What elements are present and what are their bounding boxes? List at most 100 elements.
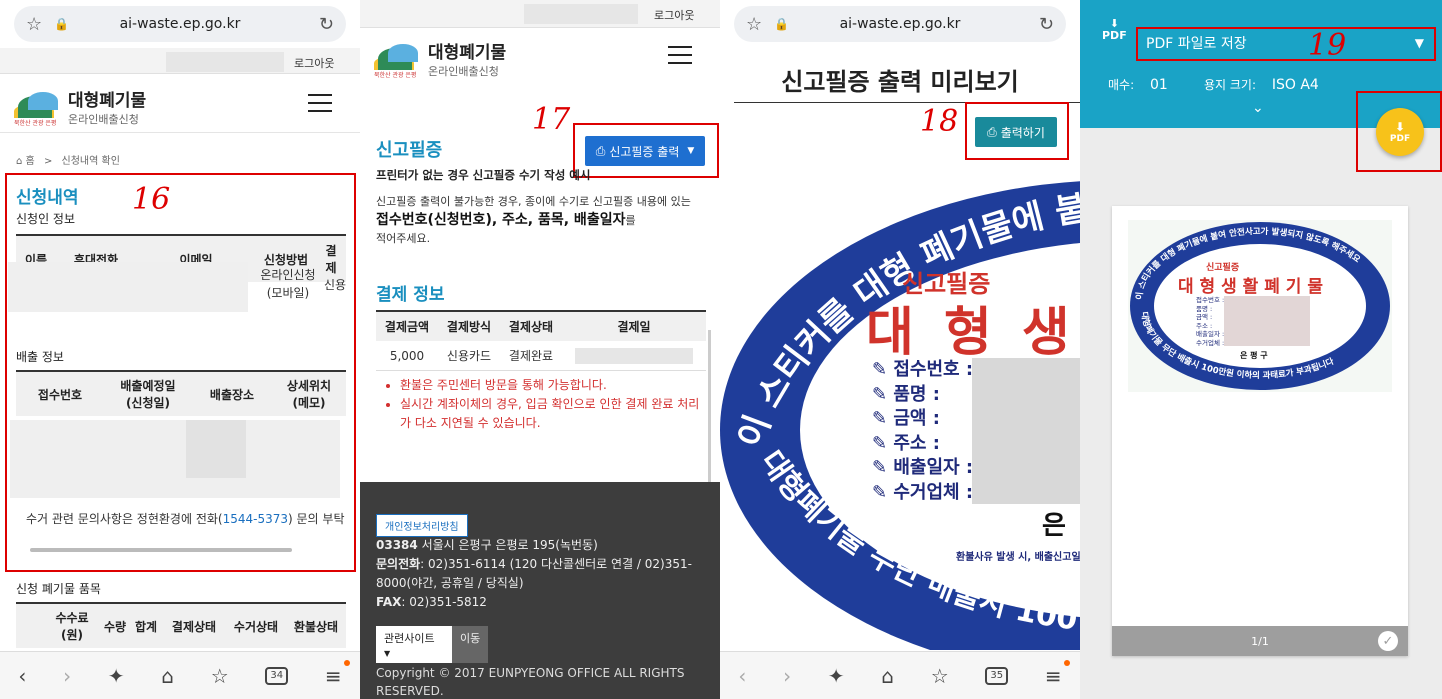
pay-amount-value: 5,000 <box>376 341 438 371</box>
print-button[interactable]: ⎙ 출력하기 <box>975 117 1057 147</box>
pen-icon: ✎ <box>872 383 894 405</box>
paper-size-value[interactable]: ISO A4 <box>1272 77 1319 93</box>
pen-icon: ✎ <box>872 457 894 478</box>
caret-down-icon: ▼ <box>384 649 391 658</box>
brand-title: 대형폐기물 <box>428 43 507 63</box>
lock-icon: 🔒 <box>774 17 789 31</box>
breadcrumb-separator: > <box>43 156 53 167</box>
menu-hamburger-icon[interactable] <box>308 94 332 112</box>
home-icon[interactable]: ⌂ <box>16 156 22 167</box>
page-preview: 이 스티커를 대형 폐기물에 붙여 안전사고가 발생되지 않도록 해주세요 대형… <box>1112 206 1408 656</box>
bookmarks-icon[interactable]: ☆ <box>211 664 229 688</box>
printer-select[interactable]: PDF 파일로 저장 ▼ <box>1146 28 1432 58</box>
more-menu-icon[interactable]: ≡ <box>1045 664 1062 688</box>
reload-icon[interactable]: ↻ <box>1039 14 1054 35</box>
page-selected-check-icon[interactable]: ✓ <box>1378 631 1398 651</box>
col-receipt-no: 접수번호 <box>37 387 83 402</box>
manual-title: 프린터가 없는 경우 신고필증 수기 작성 예시 <box>376 168 591 182</box>
privacy-policy-button[interactable]: 개인정보처리방침 <box>376 514 468 537</box>
panel-print-preview: ☆ 🔒 ai-waste.ep.go.kr ↻ 신고필증 출력 미리보기 18 … <box>720 0 1080 699</box>
logo-mark-icon: 북한산 관광 은평 <box>14 90 60 127</box>
address-bar[interactable]: ☆ 🔒 ai-waste.ep.go.kr ↻ <box>14 6 346 42</box>
save-pdf-fab[interactable]: ⬇ PDF <box>1376 108 1424 156</box>
items-table-header: 수수료 (원) 수량 합계 결제상태 수거상태 환불상태 <box>16 602 346 648</box>
mini-sticker-fields: 접수번호 : 품명 : 금액 : 주소 : 배출일자 : 수거업체 : <box>1196 296 1225 347</box>
items-title: 신청 폐기물 품목 <box>16 582 101 596</box>
emission-info-title: 배출 정보 <box>16 350 64 364</box>
blurred-user <box>166 52 284 72</box>
browser-bottom-nav: ‹ › ✦ ⌂ ☆ 35 ≡ <box>720 651 1080 699</box>
breadcrumb: ⌂ 홈 > 신청내역 확인 <box>16 152 120 167</box>
page-counter: 1/1 <box>1251 634 1269 648</box>
pen-icon: ✎ <box>872 408 894 429</box>
forward-icon[interactable]: › <box>783 664 791 688</box>
applicant-method-value: 온라인신청 (모바일) <box>260 268 316 300</box>
bookmark-star-icon[interactable]: ☆ <box>746 14 762 35</box>
blurred-emission-row <box>10 420 340 498</box>
col-pay-method: 결제방식 <box>438 310 500 341</box>
print-certificate-label: 신고필증 출력 <box>609 144 680 159</box>
pay-method-value: 신용카드 <box>438 341 500 371</box>
sticker-fields: ✎ 접수번호 : ✎ 품명 : ✎ 금액 : ✎ 주소 : ✎ 배출일자 : ✎… <box>872 358 973 505</box>
menu-hamburger-icon[interactable] <box>668 46 692 64</box>
logout-link[interactable]: 로그아웃 <box>654 7 694 23</box>
manual-instruction: 신고필증 출력이 불가능한 경우, 종이에 수기로 신고필증 내용에 있는 접수… <box>376 195 691 245</box>
lock-icon: 🔒 <box>54 17 69 31</box>
breadcrumb-current: 신청내역 확인 <box>61 156 120 167</box>
print-certificate-dropdown[interactable]: ⎙ 신고필증 출력 ▼ <box>585 136 705 166</box>
logo-mark-icon: 북한산 관광 은평 <box>374 42 420 79</box>
preview-title: 신고필증 출력 미리보기 <box>781 68 1019 96</box>
col-scheduled-date: 배출예정일 (신청일) <box>120 379 176 410</box>
site-logo[interactable]: 북한산 관광 은평 대형폐기물 온라인배출신청 <box>14 86 146 127</box>
expand-chevron-icon[interactable]: ⌄ <box>1252 100 1264 116</box>
logout-link[interactable]: 로그아웃 <box>294 55 334 71</box>
back-icon[interactable]: ‹ <box>738 664 746 688</box>
blurred-mini-values <box>1224 296 1310 346</box>
bookmarks-icon[interactable]: ☆ <box>931 664 949 688</box>
more-menu-icon[interactable]: ≡ <box>325 664 342 688</box>
related-sites-select[interactable]: 관련사이트 ▼ <box>376 626 452 663</box>
copies-setting[interactable]: 매수: 01 <box>1108 76 1168 93</box>
site-logo[interactable]: 북한산 관광 은평 대형폐기물 온라인배출신청 <box>374 38 506 79</box>
applicant-pay-value: 신용 <box>324 278 347 292</box>
mini-sticker-big: 대 형 생 활 폐 기 물 <box>1178 277 1323 297</box>
breadcrumb-home[interactable]: 홈 <box>26 156 35 167</box>
bookmark-star-icon[interactable]: ☆ <box>26 14 42 35</box>
home-nav-icon[interactable]: ⌂ <box>881 664 894 688</box>
paper-size-setting[interactable]: 용지 크기: ISO A4 <box>1204 76 1319 93</box>
horizontal-scrollbar[interactable] <box>30 548 292 552</box>
copies-value[interactable]: 01 <box>1150 77 1168 93</box>
tabs-count-icon[interactable]: 34 <box>265 666 289 685</box>
home-nav-icon[interactable]: ⌂ <box>161 664 174 688</box>
tabs-count-icon[interactable]: 35 <box>985 666 1009 685</box>
forward-icon[interactable]: › <box>63 664 71 688</box>
printer-icon: ⎙ <box>595 143 606 158</box>
sticker-big-text: 대 형 생 활 <box>866 303 1080 363</box>
address-bar[interactable]: ☆ 🔒 ai-waste.ep.go.kr ↻ <box>734 6 1066 42</box>
notification-dot <box>1064 660 1070 666</box>
col-total: 합계 <box>134 619 158 634</box>
col-pay-amount: 결제금액 <box>376 310 438 341</box>
back-icon[interactable]: ‹ <box>18 664 26 688</box>
pen-icon: ✎ <box>872 481 894 503</box>
pen-icon: ✎ <box>872 432 894 454</box>
report-title: 신고필증 <box>376 140 443 161</box>
refund-notice-list: 환불은 주민센터 방문을 통해 가능합니다. 실시간 계좌이체의 경우, 입금 … <box>400 376 700 433</box>
pen-icon: ✎ <box>872 359 894 380</box>
ai-sparkle-icon[interactable]: ✦ <box>828 664 845 688</box>
table-row: 5,000 신용카드 결제완료 <box>376 341 706 371</box>
col-qty: 수량 <box>103 619 127 634</box>
col-collect-status: 수거상태 <box>233 619 279 634</box>
url-text[interactable]: ai-waste.ep.go.kr <box>120 16 241 32</box>
emission-table-header: 접수번호 배출예정일 (신청일) 배출장소 상세위치 (메모) <box>16 370 346 416</box>
notice-phone-link[interactable]: 1544-5373 <box>223 512 288 526</box>
ai-sparkle-icon[interactable]: ✦ <box>108 664 125 688</box>
reload-icon[interactable]: ↻ <box>319 14 334 35</box>
browser-bottom-nav: ‹ › ✦ ⌂ ☆ 34 ≡ <box>0 651 360 699</box>
go-button[interactable]: 이동 <box>452 626 489 663</box>
url-text[interactable]: ai-waste.ep.go.kr <box>840 16 961 32</box>
panel-application-details: ☆ 🔒 ai-waste.ep.go.kr ↻ 로그아웃 북한산 관광 은평 대… <box>0 0 360 699</box>
related-sites: 관련사이트 ▼ 이동 <box>376 626 489 663</box>
section-title: 신청내역 <box>16 188 79 208</box>
col-pay-status: 결제상태 <box>171 619 217 634</box>
